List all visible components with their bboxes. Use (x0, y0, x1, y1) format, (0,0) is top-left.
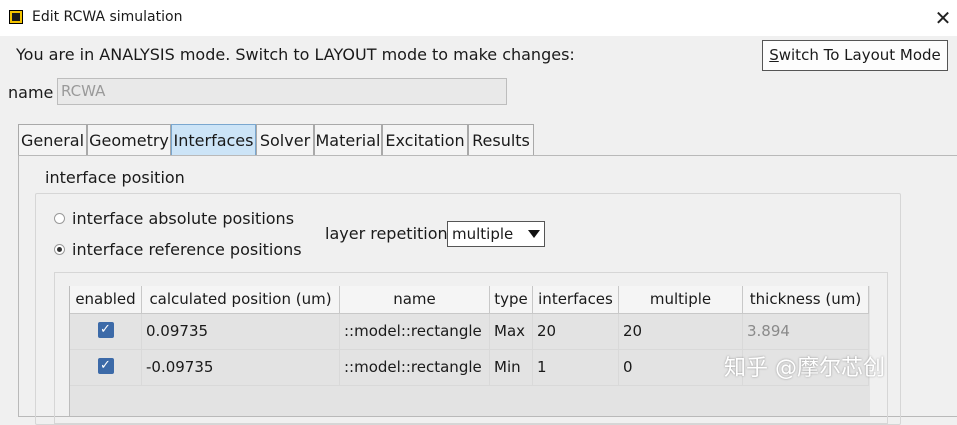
tab-results[interactable]: Results (468, 124, 534, 156)
layer-repetition-label: layer repetition (325, 224, 448, 243)
column-header-name[interactable]: name (340, 286, 490, 314)
interface-position-heading: interface position (45, 168, 185, 187)
checkmark-icon[interactable]: ✓ (97, 321, 114, 338)
name-input[interactable]: RCWA (57, 78, 507, 105)
table-row-2-name: ::model::rectangle (340, 350, 490, 386)
checkmark-icon[interactable]: ✓ (97, 357, 114, 374)
table-row-1-enabled[interactable]: ✓ (70, 314, 142, 350)
triangle-down-icon (528, 230, 540, 238)
table-row-1-type: Max (490, 314, 533, 350)
radio-reference-label: interface reference positions (72, 240, 302, 259)
table-row-1-interfaces[interactable]: 20 (533, 314, 619, 350)
tab-solver[interactable]: Solver (256, 124, 314, 156)
tab-interfaces[interactable]: Interfaces (171, 124, 256, 156)
close-icon[interactable]: ✕ (930, 4, 956, 32)
layer-repetition-select[interactable]: multiple (447, 221, 545, 247)
name-label: name (8, 83, 54, 102)
tab-general[interactable]: General (18, 124, 87, 156)
table-row-2-type: Min (490, 350, 533, 386)
table-row-1-multiple[interactable]: 20 (619, 314, 743, 350)
layer-repetition-value: multiple (452, 225, 514, 243)
tab-excitation[interactable]: Excitation (382, 124, 468, 156)
switch-to-layout-mode-button[interactable]: Switch To Layout Mode (762, 40, 948, 71)
column-header-interfaces[interactable]: interfaces (533, 286, 619, 314)
table-row-1-thickness: 3.894 (743, 314, 869, 350)
table-row-2-enabled[interactable]: ✓ (70, 350, 142, 386)
tab-geometry[interactable]: Geometry (87, 124, 171, 156)
column-header-enabled[interactable]: enabled (70, 286, 142, 314)
tab-material[interactable]: Material (314, 124, 382, 156)
mode-message: You are in ANALYSIS mode. Switch to LAYO… (16, 45, 575, 64)
switch-button-label: witch To Layout Mode (778, 46, 941, 64)
switch-button-accelerator: S (769, 46, 779, 64)
column-header-thickness[interactable]: thickness (um) (743, 286, 869, 314)
column-header-multiple[interactable]: multiple (619, 286, 743, 314)
table-row-1-position: 0.09735 (142, 314, 340, 350)
column-header-type[interactable]: type (490, 286, 533, 314)
radio-reference-positions[interactable] (54, 244, 65, 255)
radio-absolute-positions[interactable] (54, 213, 65, 224)
column-header-calculated-position[interactable]: calculated position (um) (142, 286, 340, 314)
watermark: 知乎 @摩尔芯创 (724, 356, 885, 381)
window-title: Edit RCWA simulation (32, 9, 183, 25)
radio-absolute-label: interface absolute positions (72, 209, 295, 228)
table-row-1-name: ::model::rectangle (340, 314, 490, 350)
app-icon (9, 10, 23, 24)
table-row-2-position: -0.09735 (142, 350, 340, 386)
title-bar: Edit RCWA simulation ✕ (0, 0, 957, 36)
table-row-2-interfaces[interactable]: 1 (533, 350, 619, 386)
